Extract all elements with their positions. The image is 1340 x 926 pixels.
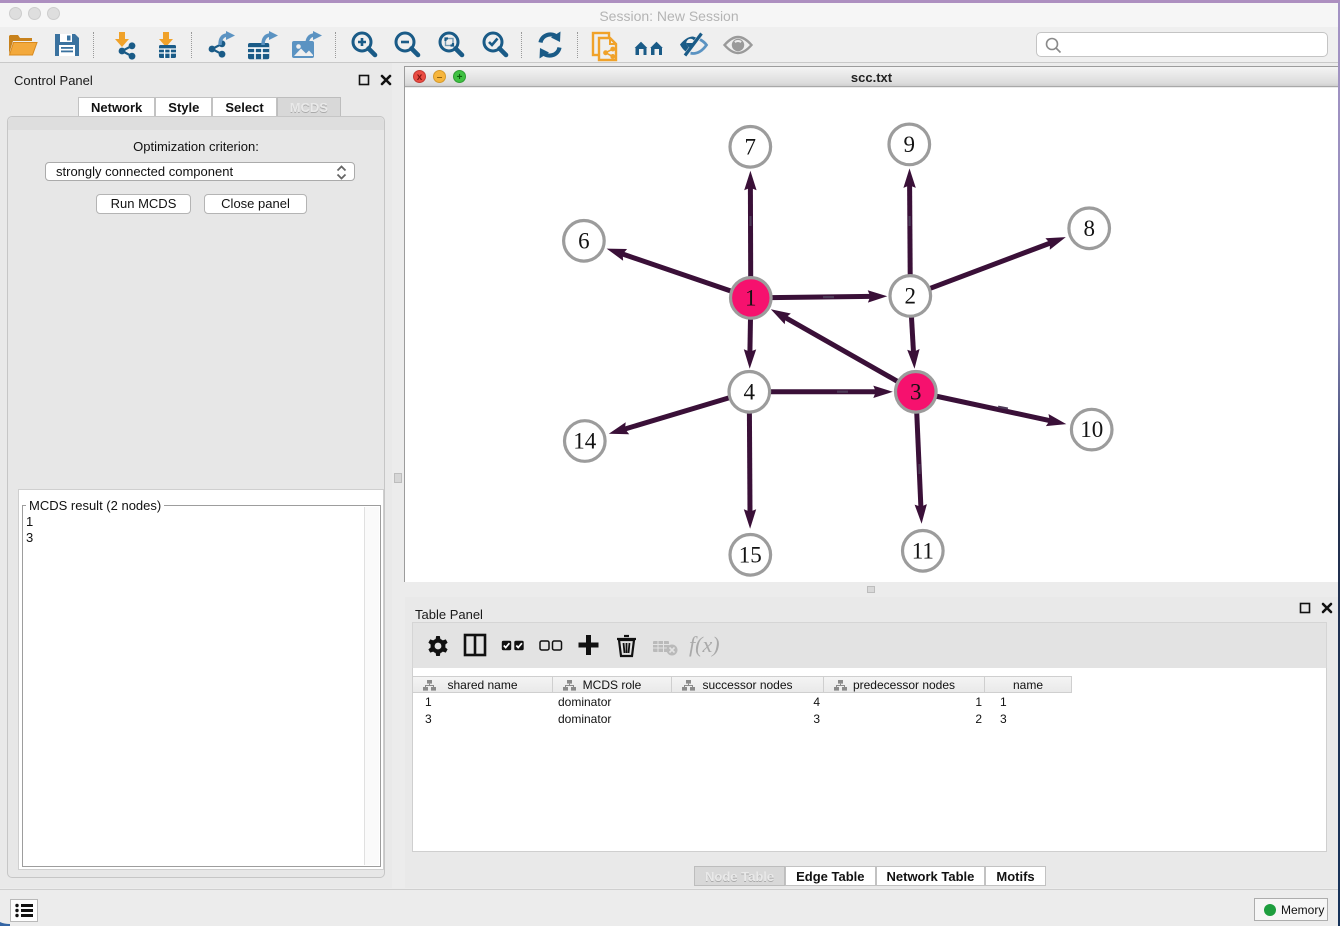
svg-text:8: 8 — [1083, 216, 1095, 241]
svg-text:11: 11 — [912, 538, 934, 563]
svg-text:2: 2 — [905, 283, 917, 308]
svg-text:9: 9 — [904, 132, 916, 157]
svg-text:4: 4 — [744, 379, 756, 404]
svg-text:14: 14 — [573, 429, 597, 454]
svg-text:15: 15 — [739, 542, 762, 567]
svg-text:10: 10 — [1080, 417, 1103, 442]
svg-text:1: 1 — [745, 285, 757, 310]
svg-text:6: 6 — [578, 228, 590, 253]
svg-text:3: 3 — [910, 379, 922, 404]
svg-text:7: 7 — [745, 134, 757, 159]
